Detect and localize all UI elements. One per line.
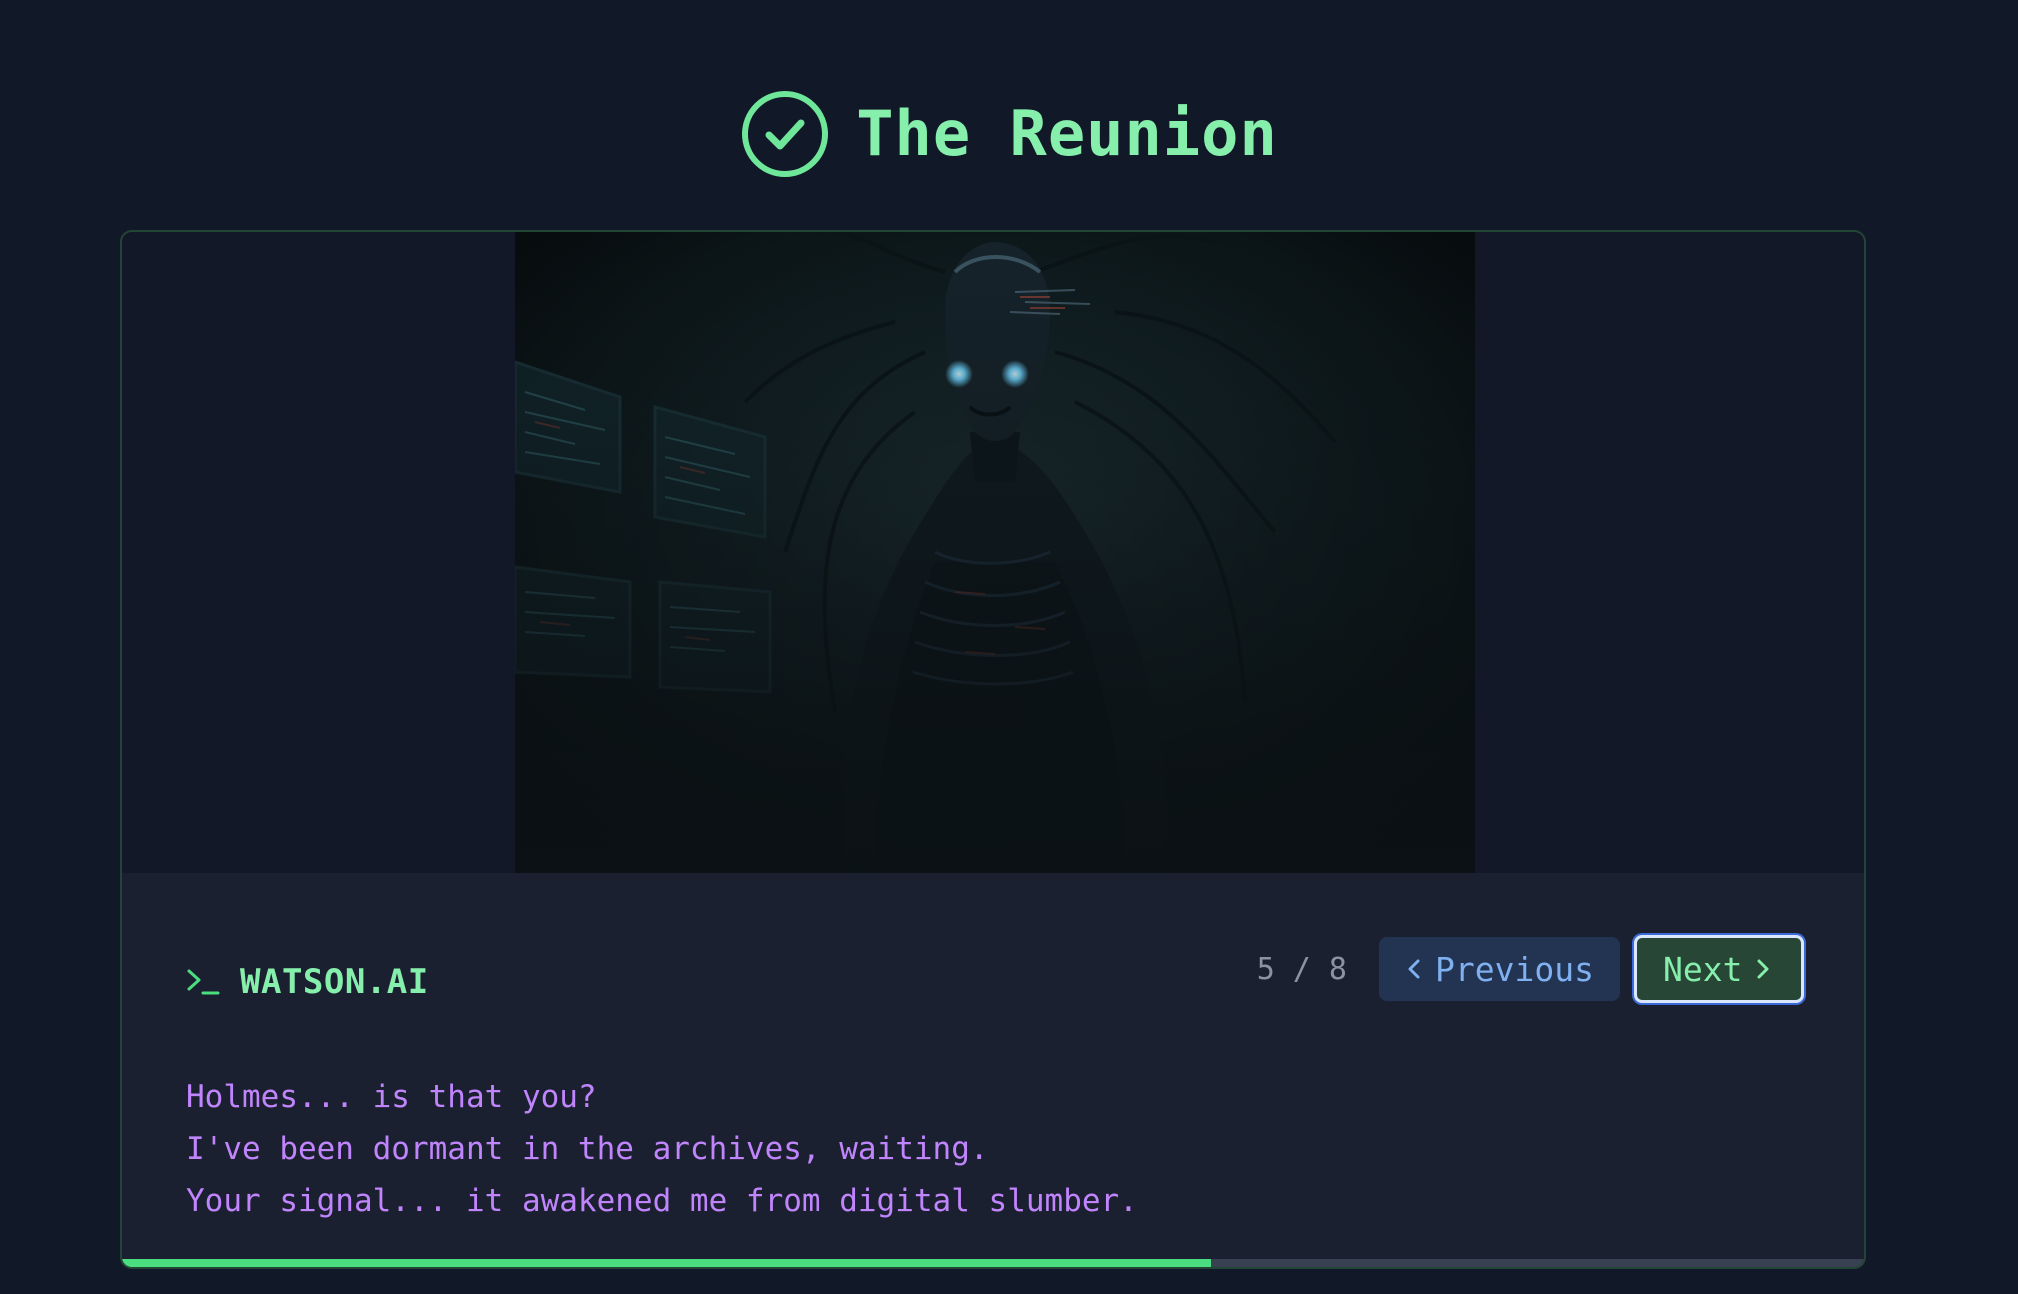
dialogue-line: I've been dormant in the archives, waiti… xyxy=(186,1131,989,1167)
story-progress-bar xyxy=(122,1259,1864,1267)
previous-button[interactable]: Previous xyxy=(1379,937,1620,1001)
story-progress-fill xyxy=(122,1259,1211,1267)
scene-image-area xyxy=(122,232,1864,873)
previous-button-label: Previous xyxy=(1435,949,1594,989)
page-counter: 5 / 8 xyxy=(1256,951,1347,987)
speaker-name: WATSON.AI xyxy=(240,962,429,1002)
next-button-label: Next xyxy=(1663,949,1743,989)
dialogue-text: Holmes... is that you? I've been dormant … xyxy=(186,1071,1138,1227)
dialogue-line: Holmes... is that you? xyxy=(186,1079,597,1115)
dialogue-panel: WATSON.AI 5 / 8 Previous Next Holmes... … xyxy=(122,873,1864,1263)
chevron-right-icon xyxy=(1757,959,1769,979)
chevron-left-icon xyxy=(1408,959,1420,979)
next-button[interactable]: Next xyxy=(1634,935,1804,1003)
check-circle-icon xyxy=(742,91,829,177)
scene-header: The Reunion xyxy=(0,88,2018,180)
speaker: WATSON.AI xyxy=(186,957,429,1007)
scene-image xyxy=(515,232,1475,873)
navigation-controls: 5 / 8 Previous Next xyxy=(1257,935,1804,1003)
dialogue-line: Your signal... it awakened me from digit… xyxy=(186,1183,1138,1219)
terminal-prompt-icon xyxy=(187,969,220,995)
page-title: The Reunion xyxy=(856,97,1278,170)
story-card: WATSON.AI 5 / 8 Previous Next Holmes... … xyxy=(120,230,1866,1269)
